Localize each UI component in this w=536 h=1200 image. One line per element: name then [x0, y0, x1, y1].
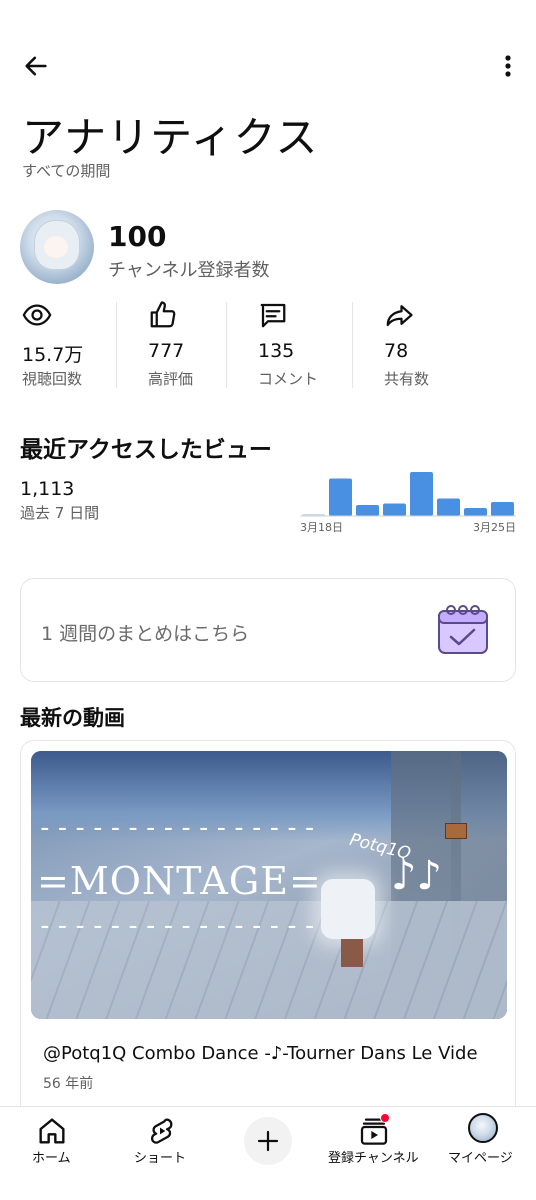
- thumbnail-chest: [445, 823, 467, 839]
- chart-bar: [437, 498, 460, 516]
- views-label: 視聴回数: [22, 370, 83, 388]
- thumbnail-character: [321, 879, 375, 939]
- chart-bar: [383, 503, 406, 516]
- subscriber-label: チャンネル登録者数: [108, 260, 270, 281]
- shares-value: 78: [384, 340, 409, 362]
- video-title[interactable]: @Potq1Q Combo Dance ‐♪-Tourner Dans Le V…: [43, 1043, 499, 1064]
- calendar-check-icon: [438, 605, 488, 654]
- divider: [352, 302, 353, 388]
- nav-you[interactable]: マイページ: [446, 1107, 520, 1200]
- recent-views-title: 最近アクセスしたビュー: [20, 437, 272, 463]
- plus-icon: [257, 1130, 279, 1152]
- shorts-icon: [151, 1118, 173, 1144]
- divider: [116, 302, 117, 388]
- stats-row: 15.7万 視聴回数 777 高評価 135 コメント 78 共有数: [0, 296, 536, 392]
- chart-end-label: 3月25日: [473, 521, 516, 534]
- likes-label: 高評価: [148, 370, 194, 388]
- thumbnail-dash-bottom: ----------------: [37, 911, 320, 941]
- chart-bar: [356, 505, 379, 516]
- nav-subscriptions-label: 登録チャンネル: [328, 1151, 419, 1166]
- top-bar: [0, 40, 536, 88]
- nav-you-label: マイページ: [448, 1151, 513, 1166]
- recent-views-chart[interactable]: 3月18日 3月25日: [300, 470, 516, 536]
- thumbnail-character-boot: [341, 939, 363, 967]
- latest-video-title: 最新の動画: [20, 706, 125, 730]
- share-icon: [386, 305, 413, 327]
- eye-icon: [22, 304, 52, 326]
- recent-views-period: 過去 7 日間: [20, 504, 100, 522]
- comments-value: 135: [258, 340, 295, 362]
- comments-label: コメント: [258, 370, 319, 388]
- nav-subscriptions[interactable]: 登録チャンネル: [326, 1107, 426, 1200]
- likes-value: 777: [148, 340, 185, 362]
- more-vert-icon: [505, 55, 511, 77]
- nav-shorts-label: ショート: [134, 1151, 187, 1166]
- nav-home-label: ホーム: [32, 1151, 71, 1166]
- weekly-summary-card[interactable]: 1 週間のまとめはこちら: [20, 578, 516, 682]
- thumbnail-music-notes: ♪♪: [391, 853, 443, 899]
- profile-avatar-icon: [468, 1113, 500, 1145]
- chart-bar: [410, 472, 433, 516]
- chart-bar: [329, 478, 352, 516]
- recent-views-count: 1,113: [20, 478, 75, 500]
- weekly-summary-text: 1 週間のまとめはこちら: [41, 623, 250, 645]
- notification-dot: [380, 1113, 390, 1123]
- video-age: 56 年前: [43, 1076, 94, 1092]
- period-subtitle[interactable]: すべての期間: [22, 160, 110, 181]
- back-button[interactable]: [18, 48, 54, 84]
- chart-bar: [464, 508, 487, 516]
- latest-video-card[interactable]: ---------------- =MONTAGE= -------------…: [20, 740, 516, 1120]
- channel-summary[interactable]: 100 チャンネル登録者数: [20, 210, 520, 286]
- channel-avatar: [20, 210, 94, 284]
- nav-home[interactable]: ホーム: [22, 1107, 86, 1200]
- video-thumbnail[interactable]: ---------------- =MONTAGE= -------------…: [31, 751, 507, 1019]
- chart-start-label: 3月18日: [300, 521, 343, 534]
- subscriber-count: 100: [108, 220, 167, 253]
- home-icon: [39, 1118, 65, 1144]
- more-options-button[interactable]: [494, 48, 522, 84]
- chart-bar: [491, 502, 514, 516]
- thumbs-up-icon: [150, 301, 176, 328]
- nav-shorts[interactable]: ショート: [128, 1107, 198, 1200]
- comment-icon: [260, 303, 286, 328]
- views-value: 15.7万: [22, 344, 84, 366]
- divider: [226, 302, 227, 388]
- shares-label: 共有数: [384, 370, 430, 388]
- create-button[interactable]: [244, 1117, 292, 1165]
- thumbnail-dash-top: ----------------: [37, 813, 320, 843]
- bottom-navigation: ホーム ショート 登録チャンネル マイページ: [0, 1106, 536, 1200]
- thumbnail-montage-text: =MONTAGE=: [37, 859, 322, 903]
- page-title: アナリティクス: [22, 113, 319, 162]
- back-arrow-icon: [25, 56, 47, 76]
